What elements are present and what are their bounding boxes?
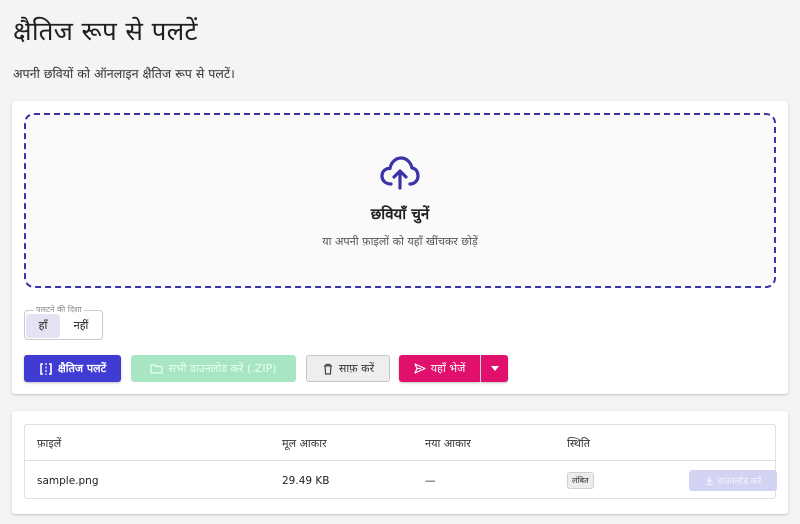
row-download-label: डाउनलोड करें: [717, 477, 762, 487]
dropzone[interactable]: छवियाँ चुनें या अपनी फ़ाइलों को यहाँ खीं…: [24, 113, 776, 288]
send-icon: [414, 363, 426, 374]
files-table: फ़ाइलें मूल आकार नया आकार स्थिति sample.…: [24, 424, 777, 499]
flip-direction-toggle: पलटने की दिशा हाँ नहीं: [24, 304, 103, 340]
dropzone-hint: या अपनी फ़ाइलों को यहाँ खींचकर छोड़ें: [322, 235, 478, 248]
new-size: —: [425, 475, 436, 487]
header-original-size: मूल आकार: [282, 437, 327, 450]
clear-button[interactable]: साफ़ करें: [306, 355, 390, 382]
page-title: क्षैतिज रूप से पलटें: [13, 17, 198, 47]
clear-icon: [322, 363, 334, 375]
header-new-size: नया आकार: [425, 437, 471, 450]
original-size: 29.49 KB: [282, 475, 330, 487]
send-to-button[interactable]: यहाँ भेजें: [399, 355, 480, 382]
row-download-button[interactable]: डाउनलोड करें: [689, 470, 777, 491]
send-to-label: यहाँ भेजें: [430, 362, 466, 375]
caret-down-icon: [490, 366, 499, 371]
file-name: sample.png: [37, 475, 99, 487]
send-to-dropdown-button[interactable]: [481, 355, 508, 382]
download-zip-label: सभी डाउनलोड करें (.ZIP): [168, 362, 277, 375]
files-card: फ़ाइलें मूल आकार नया आकार स्थिति sample.…: [12, 411, 788, 514]
upload-card: छवियाँ चुनें या अपनी फ़ाइलों को यहाँ खीं…: [12, 101, 788, 394]
page-subtitle: अपनी छवियों को ऑनलाइन क्षैतिज रूप से पलट…: [13, 66, 235, 81]
flip-horizontal-button[interactable]: क्षैतिज पलटें: [24, 355, 121, 382]
flip-horizontal-icon: [39, 362, 53, 375]
dropzone-title: छवियाँ चुनें: [370, 205, 430, 223]
table-header-divider: [25, 460, 775, 461]
status-badge: लंबित: [567, 472, 594, 489]
folder-zip-icon: [150, 363, 164, 374]
download-icon: [705, 476, 714, 485]
toggle-option-yes[interactable]: हाँ: [26, 314, 60, 338]
toggle-option-no[interactable]: नहीं: [62, 314, 100, 338]
header-status: स्थिति: [567, 437, 591, 450]
clear-label: साफ़ करें: [338, 362, 375, 375]
flip-horizontal-label: क्षैतिज पलटें: [57, 362, 107, 375]
header-files: फ़ाइलें: [37, 437, 62, 450]
download-zip-button[interactable]: सभी डाउनलोड करें (.ZIP): [131, 355, 296, 382]
cloud-upload-icon: [380, 155, 420, 191]
